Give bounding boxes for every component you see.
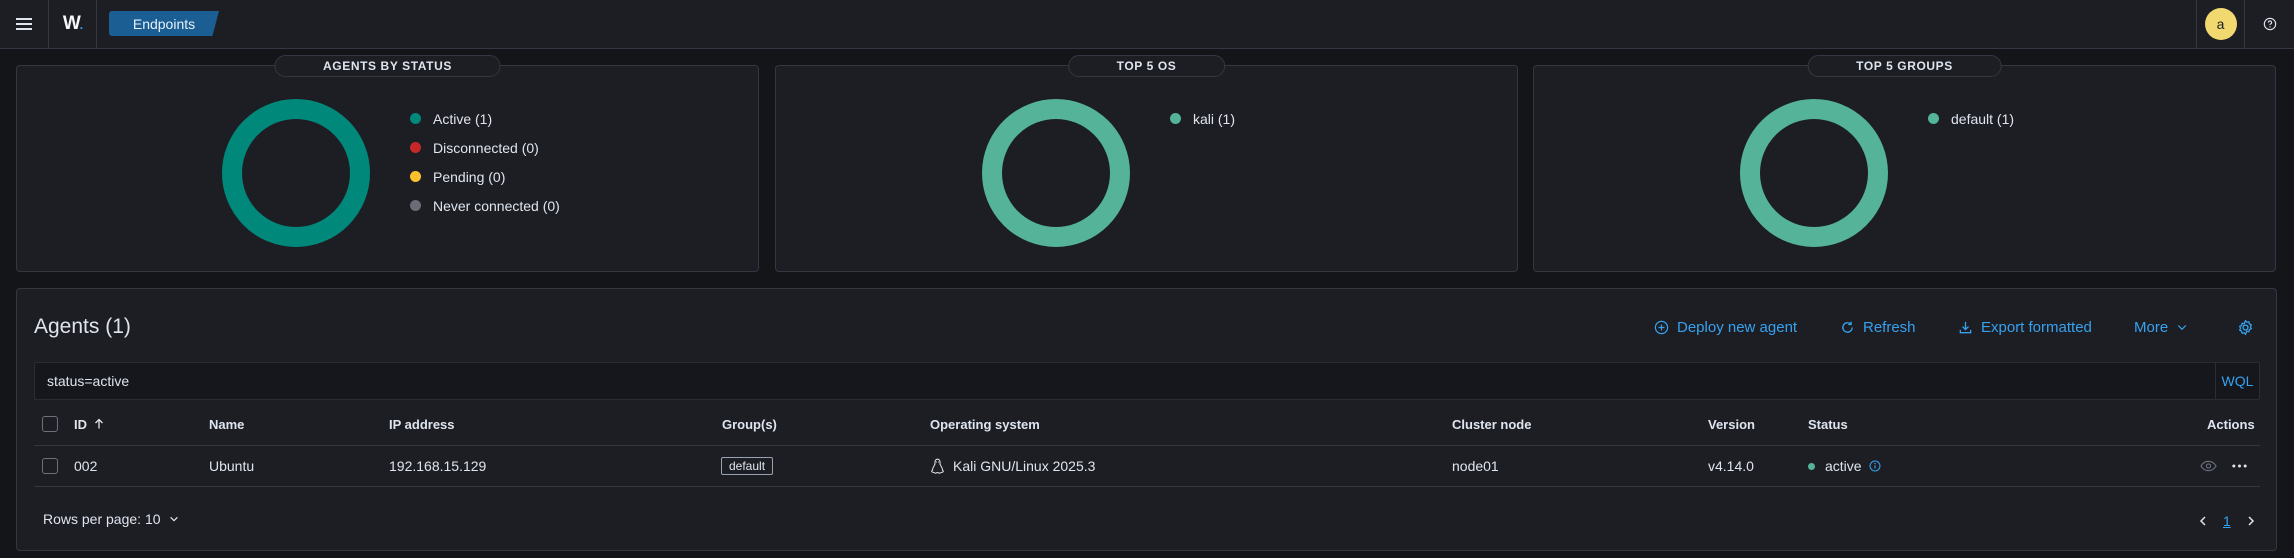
panel-title: AGENTS BY STATUS bbox=[274, 55, 501, 77]
help-button[interactable] bbox=[2245, 0, 2294, 48]
eye-icon[interactable] bbox=[2200, 460, 2217, 472]
page-button-1[interactable]: 1 bbox=[2223, 513, 2231, 529]
cell-groups: default bbox=[721, 454, 774, 478]
column-header-ip[interactable]: IP address bbox=[389, 411, 455, 437]
agents-title: Agents (1) bbox=[34, 315, 131, 338]
download-icon bbox=[1959, 321, 1972, 333]
chevron-left-icon[interactable] bbox=[2197, 515, 2209, 527]
refresh-icon bbox=[1842, 321, 1853, 333]
status-dot bbox=[1808, 462, 1815, 470]
cell-os: Kali GNU/Linux 2025.3 bbox=[930, 454, 1095, 478]
help-icon bbox=[2263, 17, 2276, 31]
export-formatted-button[interactable]: Export formatted bbox=[1958, 315, 2092, 339]
panel-title: TOP 5 OS bbox=[1067, 55, 1226, 77]
agents-by-status-panel: AGENTS BY STATUS Active (1) Disconnected… bbox=[16, 55, 759, 272]
cell-status: active bbox=[1808, 454, 1881, 478]
os-legend: kali (1) bbox=[1170, 104, 1235, 133]
rows-per-page-selector[interactable]: Rows per page: 10 bbox=[43, 511, 179, 527]
legend-swatch bbox=[410, 171, 421, 182]
group-badge[interactable]: default bbox=[721, 457, 774, 475]
column-header-name[interactable]: Name bbox=[209, 411, 244, 437]
os-donut-chart bbox=[982, 99, 1130, 247]
hamburger-icon bbox=[16, 18, 32, 30]
row-checkbox[interactable] bbox=[42, 458, 58, 474]
donut-slice-kali[interactable] bbox=[982, 99, 1130, 247]
top-5-os-panel: TOP 5 OS kali (1) bbox=[775, 55, 1518, 272]
status-donut-chart bbox=[222, 99, 370, 247]
plus-circle-icon bbox=[1654, 320, 1669, 334]
legend-item-kali[interactable]: kali (1) bbox=[1170, 104, 1235, 133]
top-5-groups-panel: TOP 5 GROUPS default (1) bbox=[1533, 55, 2276, 272]
agents-table-panel: Agents (1) Deploy new agent Refresh Expo… bbox=[16, 288, 2277, 551]
donut-slice-active[interactable] bbox=[222, 99, 370, 247]
column-header-version[interactable]: Version bbox=[1708, 411, 1755, 437]
deploy-new-agent-button[interactable]: Deploy new agent bbox=[1654, 315, 1797, 339]
column-header-os[interactable]: Operating system bbox=[930, 411, 1040, 437]
groups-legend: default (1) bbox=[1928, 104, 2014, 133]
wazuh-logo: W. bbox=[62, 13, 83, 34]
gear-icon bbox=[2238, 319, 2252, 335]
refresh-button[interactable]: Refresh bbox=[1840, 315, 1916, 339]
wql-search-bar: WQL bbox=[34, 362, 2260, 400]
legend-item-never-connected[interactable]: Never connected (0) bbox=[410, 191, 560, 220]
legend-swatch bbox=[410, 200, 421, 211]
avatar: a bbox=[2204, 8, 2237, 40]
table-settings-button[interactable] bbox=[2233, 315, 2257, 339]
chevron-down-icon bbox=[2178, 325, 2187, 331]
column-header-actions: Actions bbox=[2207, 416, 2255, 432]
linux-tux-icon bbox=[931, 458, 944, 474]
cell-cluster-node: node01 bbox=[1452, 458, 1499, 474]
column-header-id[interactable]: ID bbox=[74, 411, 105, 437]
legend-item-active[interactable]: Active (1) bbox=[410, 104, 560, 133]
column-header-status[interactable]: Status bbox=[1808, 411, 1848, 437]
panel-title: TOP 5 GROUPS bbox=[1807, 55, 2002, 77]
select-all-checkbox[interactable] bbox=[42, 416, 58, 432]
more-options-icon[interactable] bbox=[2231, 463, 2248, 469]
donut-slice-default[interactable] bbox=[1740, 99, 1888, 247]
legend-item-default[interactable]: default (1) bbox=[1928, 104, 2014, 133]
legend-item-disconnected[interactable]: Disconnected (0) bbox=[410, 133, 560, 162]
row-select-cell bbox=[42, 454, 58, 478]
legend-swatch bbox=[1928, 113, 1939, 124]
top-header: W. Endpoints a bbox=[0, 0, 2294, 49]
search-input[interactable] bbox=[35, 363, 2225, 399]
legend-swatch bbox=[1170, 113, 1181, 124]
chevron-right-icon[interactable] bbox=[2245, 515, 2257, 527]
cell-actions bbox=[2200, 454, 2248, 478]
status-legend: Active (1) Disconnected (0) Pending (0) … bbox=[410, 104, 560, 220]
info-icon[interactable] bbox=[1869, 460, 1881, 472]
legend-swatch bbox=[410, 142, 421, 153]
select-all-cell bbox=[42, 411, 58, 437]
sort-ascending-icon bbox=[95, 418, 103, 429]
home-logo-link[interactable]: W. bbox=[49, 0, 97, 48]
groups-donut-chart bbox=[1740, 99, 1888, 247]
cell-ip: 192.168.15.129 bbox=[389, 458, 487, 474]
column-header-cluster-node[interactable]: Cluster node bbox=[1452, 411, 1531, 437]
cell-id: 002 bbox=[74, 458, 98, 474]
chevron-down-icon bbox=[169, 516, 178, 522]
more-dropdown-button[interactable]: More bbox=[2134, 315, 2188, 339]
cell-version: v4.14.0 bbox=[1708, 458, 1754, 474]
cell-name: Ubuntu bbox=[209, 458, 255, 474]
user-menu-button[interactable]: a bbox=[2196, 0, 2245, 48]
breadcrumb-endpoints[interactable]: Endpoints bbox=[109, 11, 219, 36]
legend-swatch bbox=[410, 113, 421, 124]
menu-button[interactable] bbox=[0, 0, 49, 48]
divider bbox=[34, 486, 2260, 487]
wql-mode-button[interactable]: WQL bbox=[2215, 363, 2259, 399]
divider bbox=[34, 445, 2260, 446]
column-header-groups[interactable]: Group(s) bbox=[722, 411, 777, 437]
pagination: 1 bbox=[2197, 511, 2257, 531]
legend-item-pending[interactable]: Pending (0) bbox=[410, 162, 560, 191]
